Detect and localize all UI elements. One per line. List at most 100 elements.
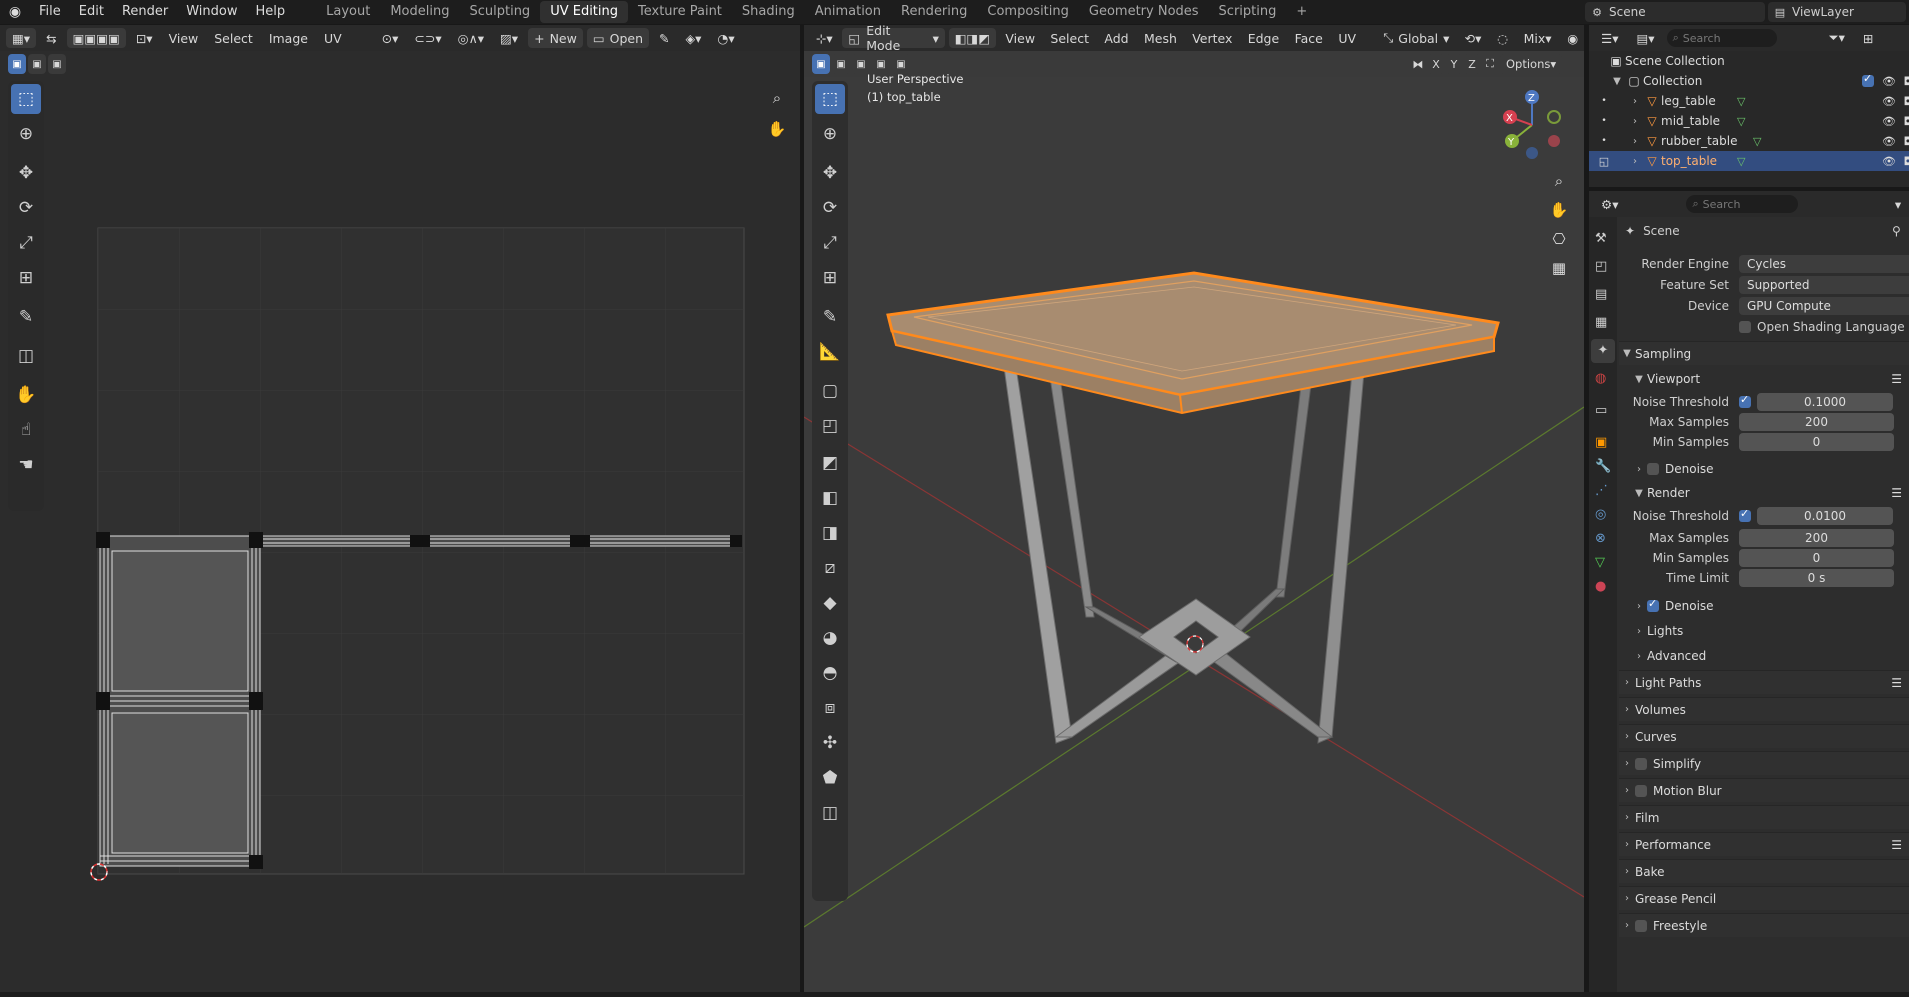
vp-select-tool-icon[interactable]: ⬚ xyxy=(815,84,845,114)
pin-context-icon[interactable]: ⚲ xyxy=(1892,224,1901,238)
item-render-icon[interactable]: ◘ xyxy=(1898,95,1909,108)
tab-sculpting[interactable]: Sculpting xyxy=(459,1,540,23)
osl-checkbox[interactable] xyxy=(1739,321,1751,333)
proportional-icon[interactable]: ◎∧▾ xyxy=(452,28,490,48)
blender-logo-icon[interactable]: ◉ xyxy=(0,4,30,20)
pivot-icon[interactable]: ⊙▾ xyxy=(376,28,405,48)
outliner-item-selected[interactable]: ◱ › ▽ top_table ▽ 👁 ◘ xyxy=(1589,151,1909,171)
r-time-field[interactable]: 0 s xyxy=(1739,569,1894,587)
vp-select-new-icon[interactable]: ▣ xyxy=(812,54,830,74)
tab-compositing[interactable]: Compositing xyxy=(977,1,1079,23)
menu-uv-view[interactable]: View xyxy=(163,28,205,48)
transform-orientation-selector[interactable]: ⤡ Global ▾ xyxy=(1378,28,1455,48)
inset-tool-icon[interactable]: ◩ xyxy=(815,448,845,478)
viewport-scene[interactable] xyxy=(804,77,1584,992)
panel-bake[interactable]: › Bake xyxy=(1619,859,1909,883)
mode-selector[interactable]: ◱ Edit Mode ▾ xyxy=(842,25,945,53)
tab-layout[interactable]: Layout xyxy=(316,1,380,23)
data-tab-icon[interactable]: ▽ xyxy=(1595,555,1605,570)
menu-uv-uv[interactable]: UV xyxy=(318,28,348,48)
collection-render-icon[interactable]: ◘ xyxy=(1898,75,1909,88)
vp-zoom-icon[interactable]: ⌕ xyxy=(1546,168,1572,194)
mirror-z-toggle[interactable]: Z xyxy=(1464,54,1480,74)
vp-annotate-tool-icon[interactable]: ✎ xyxy=(815,302,845,332)
device-dropdown[interactable]: GPU Compute xyxy=(1739,297,1909,315)
object-tab-icon[interactable]: ▣ xyxy=(1595,435,1607,450)
r-noise-field[interactable]: 0.0100 xyxy=(1757,507,1893,525)
uv-select-mode-icon[interactable]: ▣▣▣▣ xyxy=(66,28,126,48)
vp-max-field[interactable]: 200 xyxy=(1739,413,1894,431)
freestyle-checkbox[interactable] xyxy=(1635,919,1647,932)
collection-visibility-icon[interactable]: 👁 xyxy=(1880,75,1898,88)
rip-tool-icon[interactable]: ◫ xyxy=(815,798,845,828)
tab-geometry-nodes[interactable]: Geometry Nodes xyxy=(1079,1,1209,23)
item-visibility-icon[interactable]: 👁 xyxy=(1880,155,1898,168)
item-expand-icon[interactable]: › xyxy=(1627,156,1643,167)
panel-performance[interactable]: › Performance ☰ xyxy=(1619,832,1909,856)
material-tab-icon[interactable]: ● xyxy=(1595,579,1606,594)
proportional-edit-icon[interactable]: ◉ xyxy=(1561,28,1584,48)
item-expand-icon[interactable]: › xyxy=(1627,96,1643,107)
lights-subpanel-header[interactable]: › Lights xyxy=(1619,619,1909,643)
collection-checkbox[interactable] xyxy=(1862,72,1874,87)
item-render-icon[interactable]: ◘ xyxy=(1898,155,1909,168)
advanced-subpanel-header[interactable]: › Advanced xyxy=(1619,644,1909,668)
mirror-icon[interactable]: ⧓ xyxy=(1410,54,1426,74)
loop-cut-tool-icon[interactable]: ◨ xyxy=(815,518,845,548)
light-paths-presets-icon[interactable]: ☰ xyxy=(1891,676,1902,690)
outliner-item[interactable]: • › ▽ mid_table ▽ 👁 ◘ xyxy=(1589,111,1909,131)
sticky-select-icon[interactable]: ⊡▾ xyxy=(130,28,159,48)
panel-curves[interactable]: › Curves xyxy=(1619,724,1909,748)
sampling-panel-header[interactable]: ▼ Sampling xyxy=(1619,341,1909,365)
simplify-checkbox[interactable] xyxy=(1635,757,1647,770)
image-browse-icon[interactable]: ▨▾ xyxy=(494,28,524,48)
render-presets-icon[interactable]: ☰ xyxy=(1891,486,1902,500)
snap-icon[interactable]: ⊂⊃▾ xyxy=(408,28,447,48)
tab-uv-editing[interactable]: UV Editing xyxy=(540,1,629,23)
vp-cursor-tool-icon[interactable]: ⊕ xyxy=(815,119,845,149)
pivot-point-icon[interactable]: ⟲▾ xyxy=(1459,28,1487,48)
collection-row[interactable]: ▼ ▢ Collection 👁 ◘ xyxy=(1589,71,1909,91)
menu-vp-vertex[interactable]: Vertex xyxy=(1187,28,1238,48)
panel-light-paths[interactable]: › Light Paths ☰ xyxy=(1619,670,1909,694)
render-tab-icon[interactable]: ◰ xyxy=(1595,259,1607,274)
feature-set-dropdown[interactable]: Supported xyxy=(1739,276,1909,294)
collection-expand-icon[interactable]: ▼ xyxy=(1609,76,1625,87)
ortho-toggle-icon[interactable]: ▦ xyxy=(1546,255,1572,281)
performance-presets-icon[interactable]: ☰ xyxy=(1891,838,1902,852)
viewport-presets-icon[interactable]: ☰ xyxy=(1891,372,1902,386)
open-image-button[interactable]: ▭ Open xyxy=(586,28,650,48)
panel-simplify[interactable]: › Simplify xyxy=(1619,751,1909,775)
physics-tab-icon[interactable]: ◎ xyxy=(1595,507,1606,522)
item-render-icon[interactable]: ◘ xyxy=(1898,135,1909,148)
poly-build-tool-icon[interactable]: ◆ xyxy=(815,588,845,618)
scene-collection-row[interactable]: ▣ Scene Collection xyxy=(1589,51,1909,71)
vp-rotate-tool-icon[interactable]: ⟳ xyxy=(815,193,845,223)
menu-vp-uv[interactable]: UV xyxy=(1333,28,1362,48)
menu-vp-face[interactable]: Face xyxy=(1289,28,1329,48)
tab-texture-paint[interactable]: Texture Paint xyxy=(628,1,732,23)
vertex-edge-face-mode-icon[interactable]: ◧◨◩ xyxy=(948,28,996,48)
tab-modeling[interactable]: Modeling xyxy=(380,1,459,23)
item-render-icon[interactable]: ◘ xyxy=(1898,115,1909,128)
pin-icon[interactable]: ✎ xyxy=(653,28,675,48)
render-subpanel-header[interactable]: ▼ Render ☰ xyxy=(1619,481,1909,505)
properties-search[interactable]: ⌕ Search xyxy=(1686,195,1799,213)
tool-tab-icon[interactable]: ⚒ xyxy=(1595,231,1607,246)
sync-selection-icon[interactable]: ⇆ xyxy=(40,28,62,48)
overlay-icon[interactable]: ◔▾ xyxy=(711,28,740,48)
new-image-button[interactable]: + New xyxy=(528,28,583,48)
mirror-x-toggle[interactable]: X xyxy=(1428,54,1444,74)
viewlayer-selector[interactable]: ▤ ViewLayer xyxy=(1768,2,1906,22)
outliner-search[interactable]: ⌕ Search xyxy=(1666,29,1777,47)
menu-vp-mesh[interactable]: Mesh xyxy=(1138,28,1182,48)
outliner-item[interactable]: • › ▽ rubber_table ▽ 👁 ◘ xyxy=(1589,131,1909,151)
options-button[interactable]: Options ▾ xyxy=(1500,54,1563,74)
shrink-fatten-tool-icon[interactable]: ✣ xyxy=(815,728,845,758)
new-collection-icon[interactable]: ⊞ xyxy=(1857,28,1879,48)
vp-pan-icon[interactable]: ✋ xyxy=(1546,197,1572,223)
vp-min-field[interactable]: 0 xyxy=(1739,433,1894,451)
smooth-tool-icon[interactable]: ◓ xyxy=(815,658,845,688)
menu-uv-image[interactable]: Image xyxy=(263,28,314,48)
vp-move-tool-icon[interactable]: ✥ xyxy=(815,158,845,188)
